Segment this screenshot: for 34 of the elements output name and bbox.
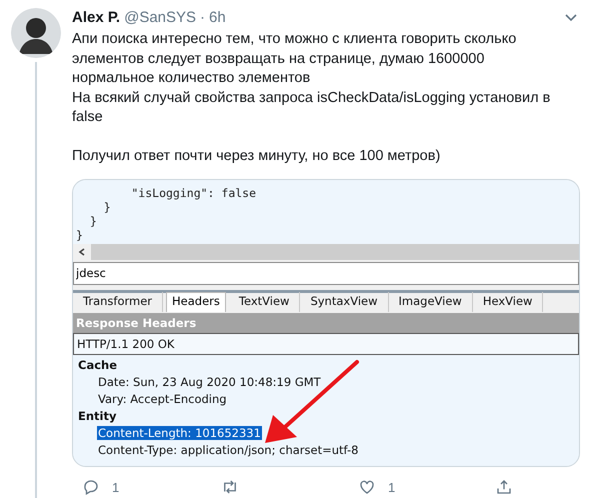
share-icon[interactable]	[495, 478, 513, 496]
author-name[interactable]: Alex P.	[72, 8, 120, 28]
tab[interactable]: SyntaxView	[300, 292, 388, 312]
tab[interactable]: TextView	[228, 292, 300, 312]
tweet-text: Апи поиска интересно тем, что можно с клиента говорить сколько элементов следует возвращать на странице, думаю 1600000 нормальное количество элементов	[72, 30, 518, 88]
code-line: "isLogging": false	[130, 186, 258, 200]
header-entry[interactable]: Content-Length: 101652331	[97, 426, 262, 440]
code-line: }	[76, 228, 84, 242]
header-entry[interactable]: Content-Type: application/json; charset=utf-8	[97, 442, 360, 456]
avatar[interactable]	[11, 8, 61, 58]
author-handle[interactable]: @SanSYS	[124, 8, 196, 28]
horizontal-scrollbar[interactable]	[73, 244, 579, 260]
code-line: }	[102, 200, 112, 214]
group-title[interactable]: Entity	[78, 408, 574, 424]
tab[interactable]: Headers	[166, 292, 226, 312]
tab[interactable]: Transformer	[73, 292, 164, 312]
action-count: 1	[388, 478, 396, 496]
action-count: 1	[112, 478, 120, 496]
scroll-left-icon[interactable]	[73, 244, 91, 260]
header-entry[interactable]: Date: Sun, 23 Aug 2020 10:48:19 GMT	[97, 374, 322, 388]
group-title[interactable]: Cache	[78, 356, 574, 374]
separator-dot: ·	[200, 8, 206, 28]
tweet-text: На всякий случай свойства запроса isCheckData/isLogging установил в false	[72, 88, 552, 127]
header-entry[interactable]: Vary: Accept-Encoding	[97, 392, 228, 406]
tweet-text: Получил ответ почти через минуту, но все 100 метров)	[72, 147, 442, 166]
speech-bubble-icon[interactable]	[82, 478, 100, 496]
caret-icon[interactable]	[564, 13, 578, 23]
section-header: Response Headers	[73, 312, 579, 332]
heart-icon[interactable]	[358, 478, 376, 496]
timestamp[interactable]: 6h	[209, 8, 226, 28]
find-field[interactable]: jdesc	[73, 262, 579, 284]
code-line: }	[88, 214, 98, 228]
tab[interactable]: ImageView	[388, 292, 473, 312]
tab[interactable]: HexView	[472, 292, 544, 312]
